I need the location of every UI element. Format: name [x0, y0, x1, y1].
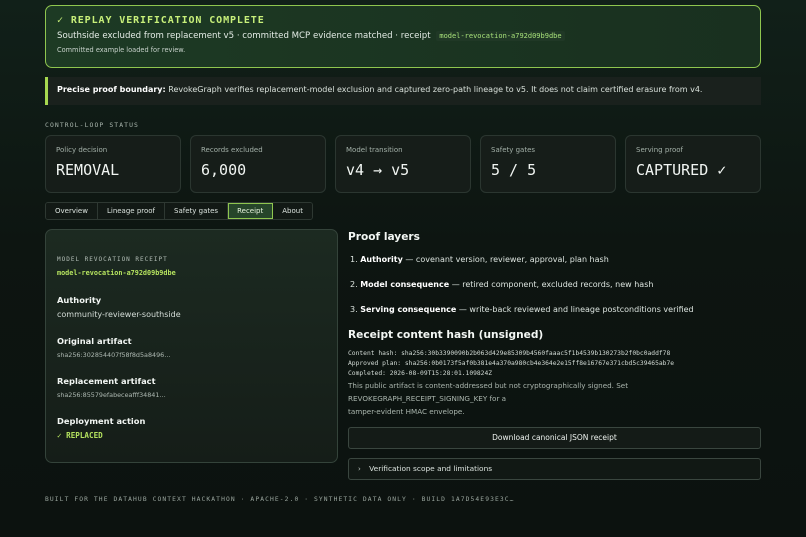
banner-title: ✓ REPLAY VERIFICATION COMPLETE [57, 15, 265, 26]
content-hash-block: Content hash: sha256:30b3390090b2b063d42… [348, 349, 761, 379]
field-label: Deployment action [57, 416, 146, 426]
approved-plan-line: Approved plan: sha256:0b0173f5af0b381e4a… [348, 360, 675, 367]
layer-number: 1. [350, 255, 358, 264]
control-loop-label: CONTROL-LOOP STATUS [45, 121, 140, 129]
receipt-card: MODEL REVOCATION RECEIPT model-revocatio… [45, 229, 338, 463]
metric-value: 5 / 5 [491, 161, 537, 179]
boundary-label: Precise proof boundary: [57, 85, 166, 94]
proof-boundary-callout: Precise proof boundary: RevokeGraph veri… [45, 77, 761, 105]
banner-subtitle: Southside excluded from replacement v5 ·… [57, 31, 749, 41]
field-value: sha256:302854407f58f8d5a8496… [57, 351, 171, 359]
disclosure-label: Verification scope and limitations [369, 464, 493, 473]
receipt-id: model-revocation-a792d09b9dbe [57, 269, 176, 277]
field-value: ✓ REPLACED [57, 431, 103, 440]
banner-receipt-id: model-revocation-a792d09b9dbe [436, 31, 565, 41]
layer-number: 3. [350, 305, 358, 314]
receipt-field-authority: Authority community-reviewer-southside [57, 295, 326, 319]
field-value: community-reviewer-southside [57, 310, 181, 319]
proof-layers-title: Proof layers [348, 231, 420, 243]
download-json-button[interactable]: Download canonical JSON receipt [348, 427, 761, 449]
verification-scope-disclosure[interactable]: › Verification scope and limitations [348, 458, 761, 480]
field-label: Replacement artifact [57, 376, 156, 386]
tab-bar: Overview Lineage proof Safety gates Rece… [45, 202, 313, 220]
signing-note-line: This public artifact is content-addresse… [348, 381, 629, 403]
banner-subtitle-text: Southside excluded from replacement v5 ·… [57, 31, 431, 41]
boundary-text: RevokeGraph verifies replacement-model e… [168, 85, 703, 94]
metric-value: REMOVAL [56, 161, 120, 179]
tab-overview[interactable]: Overview [46, 203, 98, 219]
layer-description: — write-back reviewed and lineage postco… [458, 305, 694, 314]
completed-line: Completed: 2026-08-09T15:28:01.109824Z [348, 370, 493, 377]
layer-description: — covenant version, reviewer, approval, … [405, 255, 609, 264]
layer-number: 2. [350, 280, 358, 289]
content-hash-line: Content hash: sha256:30b3390090b2b063d42… [348, 350, 671, 357]
proof-layer-item: 1. Authority — covenant version, reviewe… [348, 255, 761, 280]
tab-lineage-proof[interactable]: Lineage proof [97, 203, 166, 219]
receipt-field-replacement-artifact: Replacement artifact sha256:85579efabece… [57, 376, 326, 399]
layer-name: Serving consequence [360, 305, 457, 314]
metric-label: Policy decision [56, 146, 108, 154]
layer-name: Model consequence [360, 280, 450, 289]
layer-name: Authority [360, 255, 403, 264]
banner-note: Committed example loaded for review. [57, 46, 186, 54]
metric-policy-decision: Policy decision REMOVAL [45, 135, 181, 193]
signing-note: This public artifact is content-addresse… [348, 379, 761, 418]
receipt-field-deployment-action: Deployment action ✓ REPLACED [57, 416, 326, 440]
metric-value: v4 → v5 [346, 161, 410, 179]
tab-safety-gates[interactable]: Safety gates [165, 203, 229, 219]
verification-banner: ✓ REPLAY VERIFICATION COMPLETE Southside… [45, 5, 761, 68]
field-label: Original artifact [57, 336, 132, 346]
metric-value: 6,000 [201, 161, 247, 179]
metric-value: CAPTURED ✓ [636, 161, 727, 179]
tab-about[interactable]: About [273, 203, 312, 219]
metric-label: Model transition [346, 146, 403, 154]
content-hash-title: Receipt content hash (unsigned) [348, 329, 544, 341]
receipt-label: MODEL REVOCATION RECEIPT [57, 256, 168, 263]
proof-details-panel: Proof layers 1. Authority — covenant ver… [348, 231, 761, 480]
proof-layer-item: 3. Serving consequence — write-back revi… [348, 305, 761, 330]
field-value: sha256:85579efabeceafff34841… [57, 391, 166, 399]
footer-text: BUILT FOR THE DATAHUB CONTEXT HACKATHON … [45, 496, 515, 503]
tab-receipt[interactable]: Receipt [228, 203, 274, 219]
metric-label: Serving proof [636, 146, 684, 154]
proof-layer-item: 2. Model consequence — retired component… [348, 280, 761, 305]
metric-model-transition: Model transition v4 → v5 [335, 135, 471, 193]
signing-note-line: tamper-evident HMAC envelope. [348, 407, 465, 416]
proof-layers-list: 1. Authority — covenant version, reviewe… [348, 255, 761, 330]
layer-description: — retired component, excluded records, n… [451, 280, 654, 289]
field-label: Authority [57, 295, 102, 305]
chevron-right-icon: › [358, 465, 361, 473]
metric-serving-proof: Serving proof CAPTURED ✓ [625, 135, 761, 193]
metric-label: Records excluded [201, 146, 263, 154]
receipt-field-original-artifact: Original artifact sha256:302854407f58f8d… [57, 336, 326, 359]
metric-safety-gates: Safety gates 5 / 5 [480, 135, 616, 193]
metric-label: Safety gates [491, 146, 536, 154]
metric-records-excluded: Records excluded 6,000 [190, 135, 326, 193]
